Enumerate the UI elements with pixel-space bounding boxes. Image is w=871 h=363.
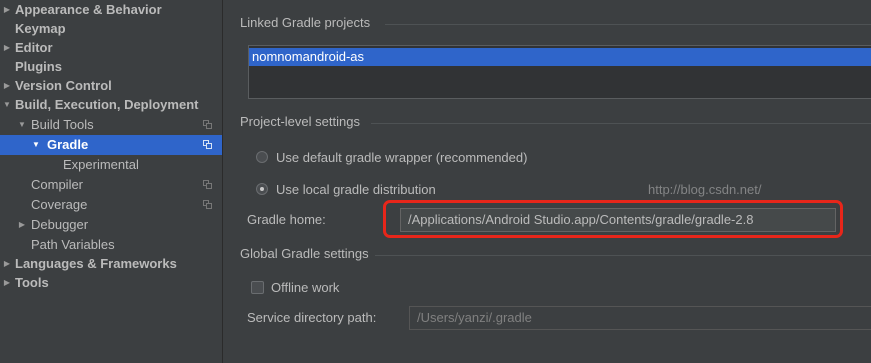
sidebar-item-label: Version Control <box>15 78 112 93</box>
settings-sidebar: ▶ Appearance & Behavior Keymap ▶ Editor … <box>0 0 223 363</box>
section-divider <box>371 123 871 124</box>
gradle-home-label: Gradle home: <box>247 212 326 227</box>
local-distribution-label[interactable]: Use local gradle distribution <box>276 180 436 200</box>
default-wrapper-radio[interactable] <box>256 151 268 163</box>
offline-work-checkbox[interactable] <box>251 281 264 294</box>
sidebar-item-languages-frameworks[interactable]: ▶ Languages & Frameworks <box>0 254 222 274</box>
project-scope-icon <box>203 120 212 129</box>
sidebar-item-coverage[interactable]: Coverage <box>0 195 222 215</box>
sidebar-item-label: Languages & Frameworks <box>15 256 177 271</box>
sidebar-item-editor[interactable]: ▶ Editor <box>0 38 222 58</box>
sidebar-item-label: Debugger <box>31 217 89 232</box>
service-directory-input[interactable]: /Users/yanzi/.gradle <box>409 306 871 330</box>
settings-window: ▶ Appearance & Behavior Keymap ▶ Editor … <box>0 0 871 363</box>
offline-work-label[interactable]: Offline work <box>271 278 339 298</box>
local-distribution-radio[interactable] <box>256 183 268 195</box>
project-scope-icon <box>203 140 212 149</box>
section-divider <box>375 255 871 256</box>
sidebar-item-compiler[interactable]: Compiler <box>0 175 222 195</box>
sidebar-item-gradle[interactable]: ▼ Gradle <box>0 135 222 155</box>
sidebar-item-build-tools[interactable]: ▼ Build Tools <box>0 115 222 135</box>
sidebar-item-version-control[interactable]: ▶ Version Control <box>0 76 222 96</box>
sidebar-item-label: Tools <box>15 275 49 290</box>
red-highlight-annotation <box>383 200 843 238</box>
sidebar-item-tools[interactable]: ▶ Tools <box>0 273 222 293</box>
project-scope-icon <box>203 180 212 189</box>
sidebar-item-label: Keymap <box>15 21 66 36</box>
expand-arrow-icon[interactable]: ▶ <box>2 38 12 58</box>
sidebar-item-label: Plugins <box>15 59 62 74</box>
sidebar-item-label: Compiler <box>31 177 84 192</box>
collapse-arrow-icon[interactable]: ▼ <box>17 115 27 135</box>
sidebar-item-plugins[interactable]: Plugins <box>0 57 222 77</box>
expand-arrow-icon[interactable]: ▶ <box>2 76 12 96</box>
sidebar-item-keymap[interactable]: Keymap <box>0 19 222 39</box>
default-wrapper-label[interactable]: Use default gradle wrapper (recommended) <box>276 148 527 168</box>
collapse-arrow-icon[interactable]: ▼ <box>2 95 12 115</box>
list-item[interactable]: nomnomandroid-as <box>249 48 871 66</box>
expand-arrow-icon[interactable]: ▶ <box>17 215 27 235</box>
sidebar-item-label: Editor <box>15 40 53 55</box>
watermark-text: http://blog.csdn.net/ <box>648 182 762 197</box>
project-level-title: Project-level settings <box>240 114 360 129</box>
sidebar-item-label: Build, Execution, Deployment <box>15 97 199 112</box>
sidebar-item-debugger[interactable]: ▶ Debugger <box>0 215 222 235</box>
sidebar-item-label: Build Tools <box>31 117 94 132</box>
sidebar-item-appearance-behavior[interactable]: ▶ Appearance & Behavior <box>0 0 222 20</box>
sidebar-item-build-execution-deployment[interactable]: ▼ Build, Execution, Deployment <box>0 95 222 115</box>
expand-arrow-icon[interactable]: ▶ <box>2 273 12 293</box>
sidebar-item-label: Gradle <box>47 137 89 152</box>
sidebar-item-label: Experimental <box>63 157 139 172</box>
sidebar-item-label: Appearance & Behavior <box>15 2 162 17</box>
linked-projects-title: Linked Gradle projects <box>240 15 371 30</box>
collapse-arrow-icon[interactable]: ▼ <box>31 135 41 155</box>
sidebar-item-label: Path Variables <box>31 237 115 252</box>
expand-arrow-icon[interactable]: ▶ <box>2 254 12 274</box>
sidebar-item-path-variables[interactable]: Path Variables <box>0 235 222 255</box>
project-scope-icon <box>203 200 212 209</box>
sidebar-item-label: Coverage <box>31 197 88 212</box>
gradle-settings-panel: Linked Gradle projects nomnomandroid-as … <box>223 0 871 363</box>
service-directory-label: Service directory path: <box>247 310 377 325</box>
expand-arrow-icon[interactable]: ▶ <box>2 0 12 20</box>
global-settings-title: Global Gradle settings <box>240 246 369 261</box>
section-divider <box>385 24 871 25</box>
sidebar-item-experimental[interactable]: Experimental <box>0 155 222 175</box>
linked-projects-list[interactable]: nomnomandroid-as <box>248 45 871 99</box>
